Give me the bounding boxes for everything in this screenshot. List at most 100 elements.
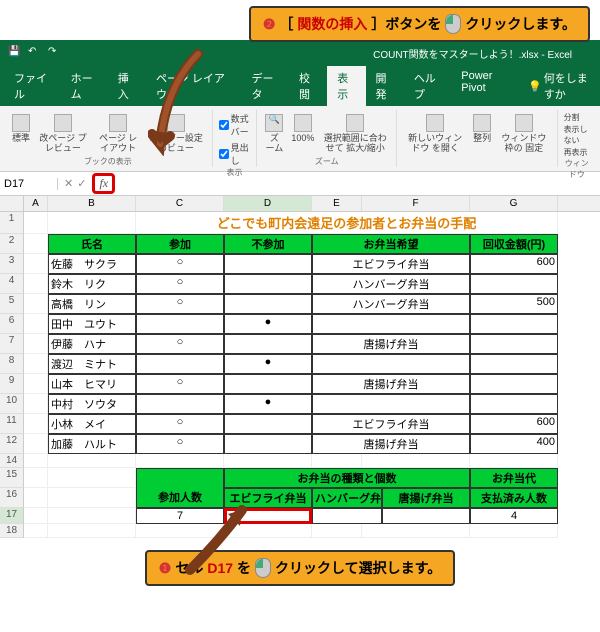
row-header[interactable]: 7 [0, 334, 24, 354]
cell-fee[interactable] [470, 274, 558, 294]
enter-icon[interactable]: ✓ [77, 177, 86, 190]
tab-home[interactable]: ホーム [61, 66, 108, 106]
th-name[interactable]: 氏名 [48, 234, 136, 254]
cell-name[interactable]: 伊藤 ハナ [48, 334, 136, 354]
cell-nojoin[interactable] [224, 334, 312, 354]
col-header[interactable]: B [48, 196, 136, 211]
tab-help[interactable]: ヘルプ [404, 66, 451, 106]
th-bento[interactable]: お弁当希望 [312, 234, 470, 254]
cell-bento[interactable]: ハンバーグ弁当 [312, 294, 470, 314]
row-header[interactable]: 14 [0, 454, 24, 468]
cell-fee[interactable]: 600 [470, 254, 558, 274]
row-header[interactable]: 5 [0, 294, 24, 314]
th-nojoin[interactable]: 不参加 [224, 234, 312, 254]
th-ham[interactable]: ハンバーグ弁当 [312, 488, 382, 508]
cell-name[interactable]: 渡辺 ミナト [48, 354, 136, 374]
row-header[interactable]: 10 [0, 394, 24, 414]
cell-ham-count[interactable] [312, 508, 382, 524]
cell-name[interactable]: 高橋 リン [48, 294, 136, 314]
cell-kara-count[interactable] [382, 508, 470, 524]
name-box[interactable]: D17 [0, 178, 58, 190]
cell-bento[interactable] [312, 354, 470, 374]
cell-join[interactable]: ○ [136, 374, 224, 394]
tell-me[interactable]: 💡何をしますか [528, 66, 596, 106]
row-header[interactable]: 15 [0, 468, 24, 488]
cell-nojoin[interactable] [224, 434, 312, 454]
tab-file[interactable]: ファイル [4, 66, 61, 106]
cell-fee[interactable] [470, 354, 558, 374]
tab-insert[interactable]: 挿入 [108, 66, 146, 106]
row-header[interactable]: 18 [0, 524, 24, 538]
btn-new-window[interactable]: 新しいウィンドウ を開く [403, 112, 467, 165]
cell-join[interactable]: ○ [136, 294, 224, 314]
tab-data[interactable]: データ [242, 66, 289, 106]
cell-fee[interactable] [470, 314, 558, 334]
cell-nojoin[interactable] [224, 274, 312, 294]
cell-bento[interactable]: 唐揚げ弁当 [312, 434, 470, 454]
table-title[interactable]: どこでも町内会遠足の参加者とお弁当の手配 [136, 212, 558, 234]
cell-bento[interactable] [312, 314, 470, 334]
th-fee[interactable]: 回収金額(円) [470, 234, 558, 254]
cell-name[interactable]: 田中 ユウト [48, 314, 136, 334]
cell-join[interactable] [136, 394, 224, 414]
cell-name[interactable]: 小林 メイ [48, 414, 136, 434]
cell-name[interactable]: 加藤 ハルト [48, 434, 136, 454]
col-header[interactable]: A [24, 196, 48, 211]
tab-view[interactable]: 表示 [327, 66, 365, 106]
check-headings[interactable]: 見出し [219, 141, 251, 167]
cell-fee[interactable]: 500 [470, 294, 558, 314]
th-kara[interactable]: 唐揚げ弁当 [382, 488, 470, 508]
cell-bento[interactable]: 唐揚げ弁当 [312, 374, 470, 394]
cell-join[interactable] [136, 314, 224, 334]
th-bento-kind[interactable]: お弁当の種類と個数 [224, 468, 470, 488]
cell-bento[interactable] [312, 394, 470, 414]
cell-join[interactable]: ○ [136, 334, 224, 354]
check-formula-bar[interactable]: 数式バー [219, 112, 251, 138]
cell-nojoin[interactable]: ● [224, 314, 312, 334]
th-participants[interactable] [136, 468, 224, 488]
row-header[interactable]: 9 [0, 374, 24, 394]
cell-fee[interactable]: 600 [470, 414, 558, 434]
cell-bento[interactable]: 唐揚げ弁当 [312, 334, 470, 354]
btn-zoom[interactable]: 🔍ズーム [263, 112, 285, 156]
btn-arrange[interactable]: 整列 [471, 112, 493, 165]
tab-review[interactable]: 校閲 [289, 66, 327, 106]
select-all-corner[interactable] [0, 196, 24, 211]
row-header[interactable]: 16 [0, 488, 24, 508]
tab-powerpivot[interactable]: Power Pivot [451, 66, 520, 106]
cell-name[interactable]: 中村 ソウタ [48, 394, 136, 414]
cell-fee[interactable] [470, 374, 558, 394]
btn-pagelayout-view[interactable]: ページ レイアウト [94, 112, 143, 156]
btn-normal-view[interactable]: 標準 [10, 112, 32, 156]
cell-paid[interactable]: 4 [470, 508, 558, 524]
undo-icon[interactable]: ↶ [28, 46, 42, 60]
row-header[interactable]: 17 [0, 508, 24, 524]
tab-developer[interactable]: 開発 [366, 66, 404, 106]
cell-nojoin[interactable]: ● [224, 354, 312, 374]
btn-100[interactable]: 100% [289, 112, 316, 156]
cell-join[interactable]: ○ [136, 414, 224, 434]
btn-hide[interactable]: 表示しない [564, 124, 590, 146]
cell-name[interactable]: 佐藤 サクラ [48, 254, 136, 274]
cell-fee[interactable]: 400 [470, 434, 558, 454]
row-header[interactable]: 12 [0, 434, 24, 454]
cell-bento[interactable]: エビフライ弁当 [312, 414, 470, 434]
th-bento-fee[interactable]: お弁当代 [470, 468, 558, 488]
row-header[interactable]: 8 [0, 354, 24, 374]
row-header[interactable]: 1 [0, 212, 24, 234]
cell-bento[interactable]: エビフライ弁当 [312, 254, 470, 274]
cell-join[interactable]: ○ [136, 434, 224, 454]
cell-name[interactable]: 山本 ヒマリ [48, 374, 136, 394]
cell-join[interactable]: ○ [136, 274, 224, 294]
col-header[interactable]: F [362, 196, 470, 211]
cell-join[interactable]: ○ [136, 254, 224, 274]
th-join[interactable]: 参加 [136, 234, 224, 254]
th-paid[interactable]: 支払済み人数 [470, 488, 558, 508]
row-header[interactable]: 4 [0, 274, 24, 294]
row-header[interactable]: 11 [0, 414, 24, 434]
cell-nojoin[interactable] [224, 374, 312, 394]
cell-nojoin[interactable] [224, 294, 312, 314]
col-header[interactable]: D [224, 196, 312, 211]
btn-freeze[interactable]: ウィンドウ枠の 固定 [497, 112, 550, 165]
cell-join[interactable] [136, 354, 224, 374]
